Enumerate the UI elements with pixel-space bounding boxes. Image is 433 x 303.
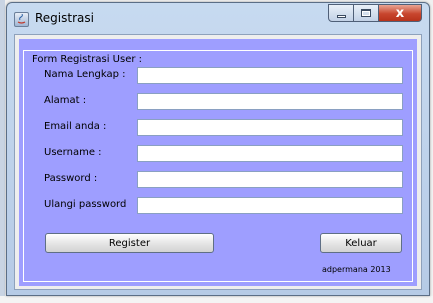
credit-text: adpermana 2013 <box>322 265 391 274</box>
window-title: Registrasi <box>35 11 94 25</box>
desktop-background <box>0 296 433 303</box>
username-label: Username : <box>44 147 102 158</box>
minimize-button[interactable] <box>328 4 354 22</box>
close-button[interactable]: x <box>378 4 422 22</box>
username-input[interactable] <box>137 145 403 162</box>
window-content: Form Registrasi User : Nama Lengkap : Al… <box>14 34 422 290</box>
password-label: Password : <box>44 173 98 184</box>
register-button[interactable]: Register <box>45 233 214 253</box>
email-label: Email anda : <box>44 121 107 132</box>
form-panel: Form Registrasi User : Nama Lengkap : Al… <box>19 39 417 286</box>
title-bar[interactable]: Registrasi x <box>7 3 429 33</box>
fieldset-legend: Form Registrasi User : <box>30 54 145 65</box>
password-input[interactable] <box>137 171 403 188</box>
registration-fieldset: Form Registrasi User : Nama Lengkap : Al… <box>23 50 413 282</box>
background-window-edge <box>0 0 5 303</box>
ulangi-password-label: Ulangi password <box>44 199 127 210</box>
maximize-icon <box>361 9 371 17</box>
alamat-label: Alamat : <box>44 95 87 106</box>
nama-lengkap-input[interactable] <box>137 67 403 84</box>
maximize-button[interactable] <box>353 4 379 22</box>
email-input[interactable] <box>137 119 403 136</box>
minimize-icon <box>336 15 346 18</box>
nama-lengkap-label: Nama Lengkap : <box>44 69 126 80</box>
ulangi-password-input[interactable] <box>137 197 403 214</box>
keluar-button[interactable]: Keluar <box>320 233 402 253</box>
close-icon: x <box>395 5 405 21</box>
java-app-icon <box>14 12 29 27</box>
registrasi-window: Registrasi x Form Registrasi User : Nama… <box>6 2 430 296</box>
alamat-input[interactable] <box>137 93 403 110</box>
